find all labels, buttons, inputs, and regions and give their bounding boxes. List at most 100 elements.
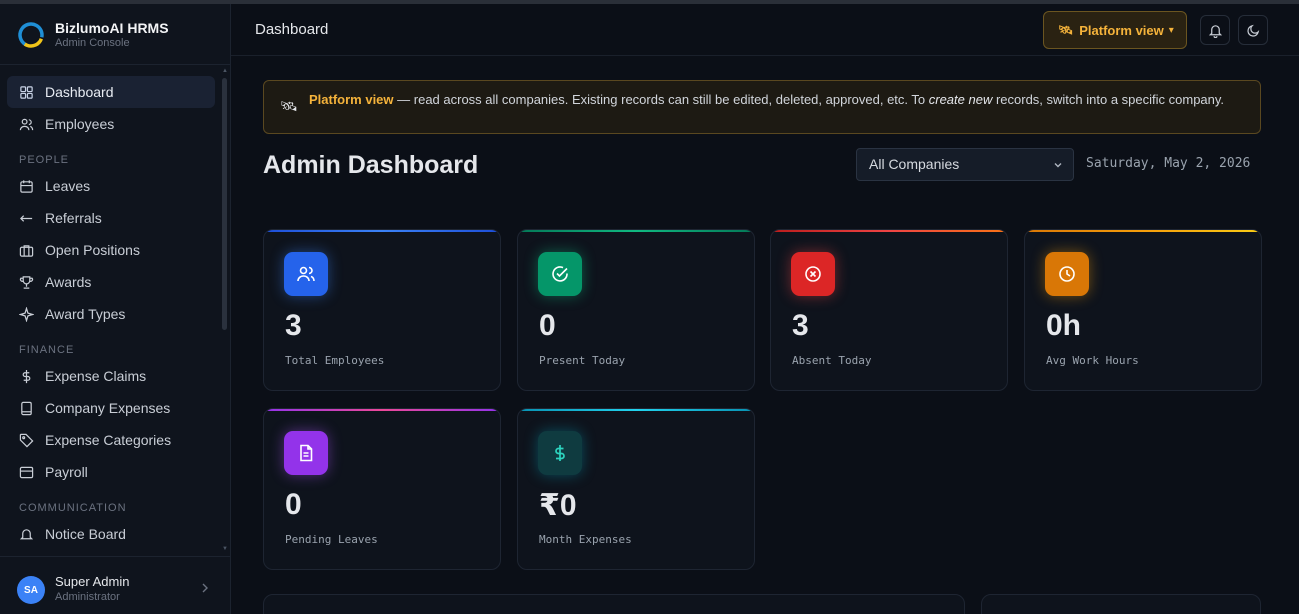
platform-view-label: Platform view [1079,22,1164,38]
nav-section-finance: FINANCE [19,344,75,356]
chevron-right-icon [202,583,208,593]
users-icon [19,118,34,130]
card-accent [264,409,500,411]
sidebar-item-label: Award Types [45,306,126,322]
card-accent [1025,230,1261,232]
brand-subtitle: Admin Console [55,37,130,49]
wallet-icon [19,466,34,478]
clock-icon [1045,252,1089,296]
sidebar: BizlumoAI HRMS Admin Console Dashboard E… [0,4,231,614]
sidebar-item-awards[interactable]: Awards [7,266,215,298]
sidebar-item-expense-claims[interactable]: Expense Claims [7,360,215,392]
sidebar-item-company-expenses[interactable]: Company Expenses [7,392,215,424]
user-name: Super Admin [55,574,130,589]
banner-emphasis: create new [928,92,993,107]
banner-text-part2: records, switch into a specific company. [992,92,1225,107]
sidebar-item-label: Leaves [45,178,91,194]
chevron-down-icon: ▾ [1168,24,1174,36]
sidebar-item-notice-board[interactable]: Notice Board [7,518,215,550]
nav-section-communication: COMMUNICATION [19,502,127,514]
brand[interactable]: BizlumoAI HRMS Admin Console [17,20,169,50]
sidebar-scrollbar[interactable] [222,78,227,330]
chevron-down-icon [1054,163,1062,168]
platform-view-banner: 🛰 Platform view — read across all compan… [263,80,1261,134]
banner-text-part1: — read across all companies. Existing re… [393,92,929,107]
trophy-icon [19,275,34,289]
arrows-icon [20,214,33,222]
user-role: Administrator [55,591,120,603]
brand-logo-icon [18,22,44,48]
sidebar-item-label: Payroll [45,464,88,480]
stat-card-avg-work-hours[interactable]: 0h Avg Work Hours [1024,229,1262,391]
scroll-down-icon[interactable]: ▼ [222,546,228,552]
sidebar-item-label: Employees [45,116,115,132]
scroll-up-icon[interactable]: ▲ [222,68,228,74]
sidebar-item-leaves[interactable]: Leaves [7,170,215,202]
sparkle-icon [19,306,34,322]
banner-text: Platform view — read across all companie… [309,91,1239,108]
satellite-icon: 🛰 [280,98,298,114]
sidebar-item-award-types[interactable]: Award Types [7,298,215,330]
nav-section-people: PEOPLE [19,154,70,166]
dollar-icon [22,369,31,383]
stat-card-pending-leaves[interactable]: 0 Pending Leaves [263,408,501,570]
notifications-button[interactable] [1200,15,1230,45]
stat-label: Absent Today [792,354,872,367]
stat-value: 3 [792,309,809,342]
company-filter-value: All Companies [869,156,960,172]
bell-icon [19,528,34,539]
sidebar-item-label: Awards [45,274,92,290]
grid-icon [20,85,33,99]
sidebar-item-dashboard[interactable]: Dashboard [7,76,215,108]
stat-card-present-today[interactable]: 0 Present Today [517,229,755,391]
sidebar-item-payroll[interactable]: Payroll [7,456,215,488]
sidebar-item-referrals[interactable]: Referrals [7,202,215,234]
sidebar-item-label: Notice Board [45,526,126,542]
card-accent [264,230,500,232]
sidebar-item-open-positions[interactable]: Open Positions [7,234,215,266]
stat-value: 0 [539,309,556,342]
dashboard-panel-right [981,594,1261,614]
stat-label: Present Today [539,354,626,367]
user-profile[interactable]: SA Super Admin Administrator [0,556,230,614]
avatar: SA [17,576,45,604]
page-title: Dashboard [255,21,329,38]
stat-label: Avg Work Hours [1046,354,1139,367]
dollar-icon [538,431,582,475]
sidebar-item-employees[interactable]: Employees [7,108,215,140]
satellite-icon: 🛰 [1058,23,1074,37]
current-date: Saturday, May 2, 2026 [1086,156,1251,171]
stat-label: Pending Leaves [285,533,378,546]
dashboard-panel-left [263,594,965,614]
stat-value: 3 [285,309,302,342]
document-icon [284,431,328,475]
sidebar-item-label: Open Positions [45,242,140,258]
tag-icon [19,433,34,447]
sidebar-item-label: Referrals [45,210,102,226]
sidebar-item-label: Dashboard [45,84,114,100]
sidebar-nav: Dashboard Employees PEOPLE Leaves Referr… [7,76,215,558]
card-accent [771,230,1007,232]
stat-card-month-expenses[interactable]: ₹0 Month Expenses [517,408,755,570]
brand-title: BizlumoAI HRMS [55,20,169,36]
sidebar-item-expense-categories[interactable]: Expense Categories [7,424,215,456]
stat-value: ₹0 [539,489,577,522]
platform-view-button[interactable]: 🛰 Platform view ▾ [1043,11,1187,49]
moon-icon [1246,24,1259,37]
company-filter-select[interactable]: All Companies [856,148,1074,181]
top-header: Dashboard 🛰 Platform view ▾ [231,4,1299,56]
stat-card-absent-today[interactable]: 3 Absent Today [770,229,1008,391]
dashboard-title: Admin Dashboard [263,151,479,179]
theme-toggle-button[interactable] [1238,15,1268,45]
stat-card-total-employees[interactable]: 3 Total Employees [263,229,501,391]
stat-label: Month Expenses [539,533,632,546]
sidebar-divider [0,64,230,65]
banner-strong: Platform view [309,92,394,107]
card-accent [518,409,754,411]
sidebar-item-label: Expense Categories [45,432,172,448]
stat-value: 0h [1046,309,1082,342]
receipt-icon [21,401,32,415]
bell-icon [1208,24,1222,38]
x-circle-icon [791,252,835,296]
sidebar-item-label: Company Expenses [45,400,171,416]
